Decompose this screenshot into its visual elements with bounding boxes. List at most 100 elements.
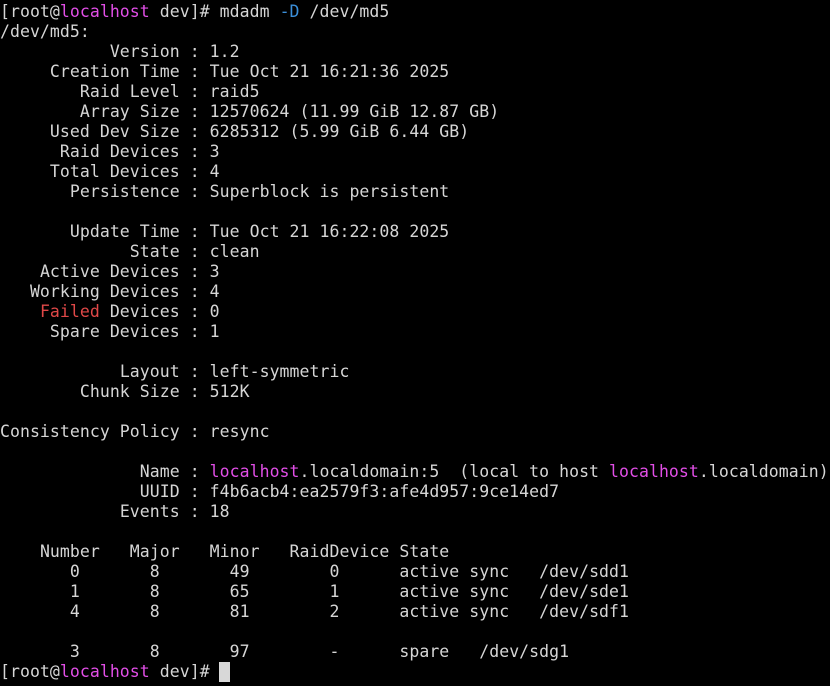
array-size-value: 12570624 (11.99 GiB 12.87 GB) (209, 102, 500, 121)
header-minor: Minor (209, 542, 260, 561)
raid-level-label: Raid Level (79, 82, 180, 101)
separator: : (179, 162, 210, 181)
row-number: 3 (69, 642, 80, 661)
active-devices-label: Active Devices (39, 262, 180, 281)
command-argument: /dev/md5 (309, 2, 390, 21)
total-devices-label: Total Devices (49, 162, 180, 181)
total-devices-row: Total Devices : 4 (0, 162, 220, 182)
device-header: /dev/md5: (0, 22, 90, 41)
raid-devices-label: Raid Devices (59, 142, 180, 161)
working-devices-row: Working Devices : 4 (0, 282, 220, 302)
row-state: active sync (399, 562, 510, 581)
prompt-line[interactable]: [root@localhost dev]# (0, 662, 220, 682)
row-device: /dev/sdf1 (539, 602, 630, 621)
separator: : (179, 282, 210, 301)
row-device: /dev/sde1 (539, 582, 630, 601)
uuid-value: f4b6acb4:ea2579f3:afe4d957:9ce14ed7 (209, 482, 560, 501)
prompt-at: @ (49, 662, 60, 681)
table-row: 4 8 81 2 active sync /dev/sdf1 (0, 602, 629, 622)
state-row: State : clean (0, 242, 260, 262)
table-row: 0 8 49 0 active sync /dev/sdd1 (0, 562, 629, 582)
working-devices-value: 4 (209, 282, 220, 301)
events-row: Events : 18 (0, 502, 230, 522)
command-line: [root@localhost dev]# mdadm -D /dev/md5 (0, 2, 389, 22)
row-device: /dev/sdd1 (539, 562, 630, 581)
name-host: localhost (209, 462, 300, 481)
creation-time-value: Tue Oct 21 16:21:36 2025 (209, 62, 450, 81)
separator: : (179, 462, 210, 481)
prompt-host: localhost (59, 662, 150, 681)
persistence-row: Persistence : Superblock is persistent (0, 182, 449, 202)
prompt-bracket-close: ] (189, 662, 200, 681)
spare-devices-value: 1 (209, 322, 220, 341)
uuid-row: UUID : f4b6acb4:ea2579f3:afe4d957:9ce14e… (0, 482, 559, 502)
separator: : (179, 422, 210, 441)
row-minor: 81 (229, 602, 250, 621)
row-state: spare (399, 642, 450, 661)
chunk-size-value: 512K (209, 382, 250, 401)
raid-level-row: Raid Level : raid5 (0, 82, 260, 102)
prompt-user: root (9, 2, 50, 21)
separator: : (179, 302, 210, 321)
update-time-row: Update Time : Tue Oct 21 16:22:08 2025 (0, 222, 449, 242)
total-devices-value: 4 (209, 162, 220, 181)
prompt-cwd: dev (159, 2, 190, 21)
prompt-symbol: # (199, 662, 210, 681)
row-major: 8 (149, 582, 160, 601)
table-row: 1 8 65 1 active sync /dev/sde1 (0, 582, 629, 602)
prompt-host: localhost (59, 2, 150, 21)
used-dev-size-value: 6285312 (5.99 GiB 6.44 GB) (209, 122, 470, 141)
row-raid-device: 0 (329, 562, 340, 581)
raid-devices-row: Raid Devices : 3 (0, 142, 220, 162)
array-size-row: Array Size : 12570624 (11.99 GiB 12.87 G… (0, 102, 499, 122)
row-raid-device: 2 (329, 602, 340, 621)
command-name: mdadm (219, 2, 270, 21)
events-value: 18 (209, 502, 230, 521)
row-raid-device: 1 (329, 582, 340, 601)
row-number: 4 (69, 602, 80, 621)
separator: : (179, 322, 210, 341)
row-raid-device: - (329, 642, 340, 661)
creation-time-label: Creation Time (49, 62, 180, 81)
persistence-value: Superblock is persistent (209, 182, 450, 201)
separator: : (179, 142, 210, 161)
used-dev-size-label: Used Dev Size (49, 122, 180, 141)
table-header: Number Major Minor RaidDevice State (0, 542, 449, 562)
separator: : (179, 42, 210, 61)
header-state: State (399, 542, 450, 561)
version-label: Version (109, 42, 180, 61)
persistence-label: Persistence (69, 182, 180, 201)
separator: : (179, 262, 210, 281)
header-raid-device: RaidDevice (289, 542, 390, 561)
chunk-size-label: Chunk Size (79, 382, 180, 401)
spare-devices-row: Spare Devices : 1 (0, 322, 220, 342)
table-row-spare: 3 8 97 - spare /dev/sdg1 (0, 642, 569, 662)
array-size-label: Array Size (79, 102, 180, 121)
failed-devices-label: Devices (99, 302, 180, 321)
row-minor: 97 (229, 642, 250, 661)
separator: : (179, 62, 210, 81)
update-time-value: Tue Oct 21 16:22:08 2025 (209, 222, 450, 241)
cursor-block[interactable] (219, 662, 230, 682)
consistency-policy-row: Consistency Policy : resync (0, 422, 270, 442)
separator: : (179, 182, 210, 201)
header-number: Number (39, 542, 100, 561)
row-device: /dev/sdg1 (479, 642, 570, 661)
row-number: 0 (69, 562, 80, 581)
separator: : (179, 102, 210, 121)
terminal-window[interactable]: [root@localhost dev]# mdadm -D /dev/md5 … (0, 0, 830, 686)
separator: : (179, 502, 210, 521)
layout-label: Layout (119, 362, 180, 381)
raid-level-value: raid5 (209, 82, 260, 101)
spare-devices-label: Spare Devices (49, 322, 180, 341)
prompt-bracket-close: ] (189, 2, 200, 21)
row-major: 8 (149, 642, 160, 661)
header-major: Major (129, 542, 180, 561)
separator: : (179, 382, 210, 401)
name-host-local: localhost (609, 462, 699, 481)
raid-devices-value: 3 (209, 142, 220, 161)
active-devices-row: Active Devices : 3 (0, 262, 220, 282)
prompt-cwd: dev (159, 662, 190, 681)
row-number: 1 (69, 582, 80, 601)
name-tail: .localdomain) (698, 462, 829, 481)
